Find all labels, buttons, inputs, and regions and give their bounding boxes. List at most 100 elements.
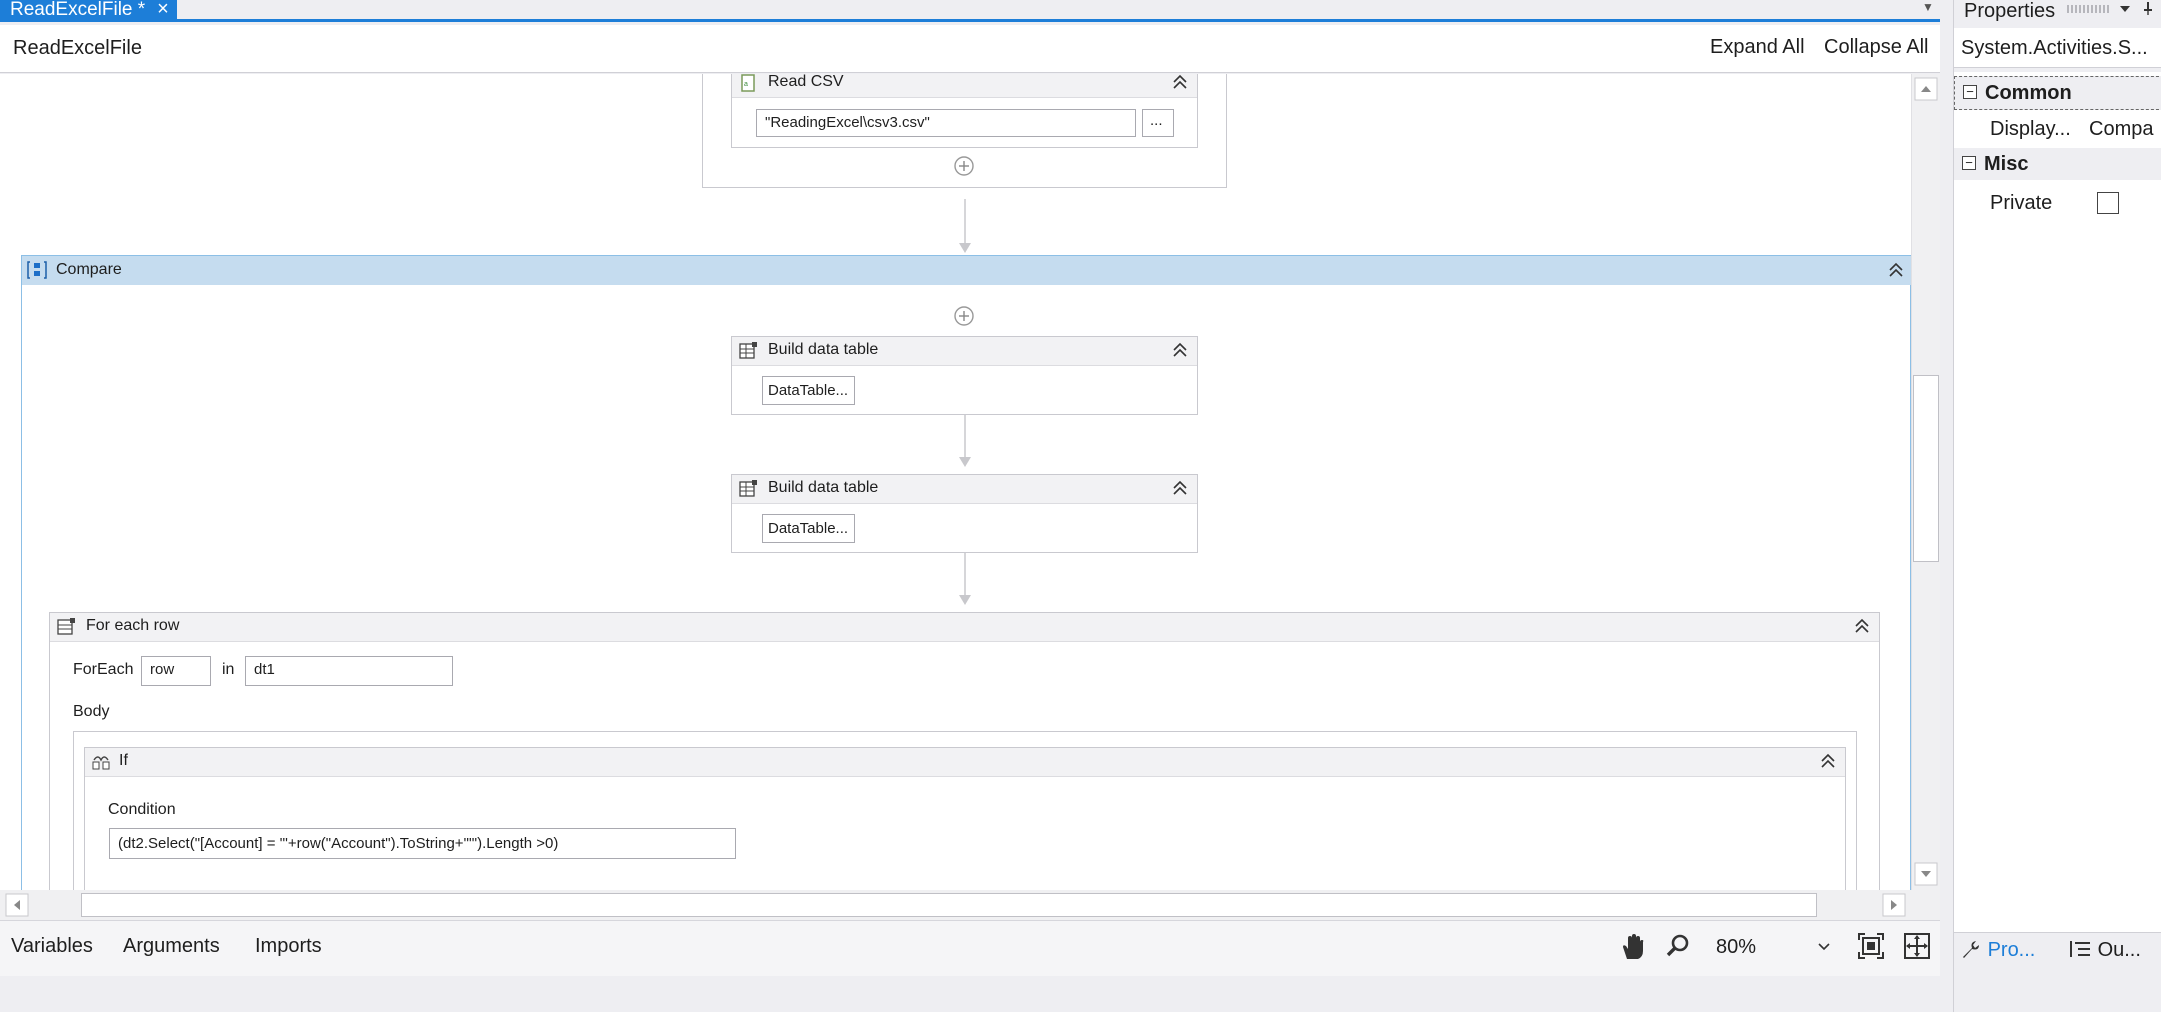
overview-icon[interactable] bbox=[1903, 932, 1931, 960]
category-label: Common bbox=[1985, 82, 2072, 104]
scroll-down-icon[interactable] bbox=[1914, 862, 1938, 886]
read-csv-activity[interactable]: a Read CSV "ReadingExcel\csv3.csv" ... bbox=[731, 74, 1198, 148]
properties-panel: Properties System.Activities.S... − Comm… bbox=[1953, 0, 2161, 1012]
zoom-select[interactable]: 80% bbox=[1710, 931, 1838, 963]
collapse-category-icon[interactable]: − bbox=[1962, 156, 1976, 170]
outline-tab[interactable]: Ou... bbox=[2068, 939, 2141, 962]
collapse-icon[interactable] bbox=[1887, 260, 1905, 280]
scrollbar-corner bbox=[1911, 890, 1940, 920]
collapse-category-icon[interactable]: − bbox=[1963, 85, 1977, 99]
outline-icon bbox=[2070, 941, 2090, 957]
foreach-collection-field[interactable]: dt1 bbox=[245, 656, 453, 686]
object-type-name: System.Activities.S... bbox=[1954, 28, 2161, 68]
property-name: Private bbox=[1990, 192, 2053, 214]
collapse-all-button[interactable]: Collapse All bbox=[1824, 36, 1929, 59]
category-misc[interactable]: − Misc bbox=[1954, 148, 2161, 180]
body-label: Body bbox=[73, 703, 110, 720]
zoom-search-icon[interactable] bbox=[1665, 933, 1691, 959]
activity-header: a Read CSV bbox=[732, 74, 1197, 98]
activity-header: If bbox=[85, 748, 1845, 777]
scroll-left-icon[interactable] bbox=[5, 893, 29, 917]
build-data-table-activity[interactable]: Build data table DataTable... bbox=[731, 474, 1198, 553]
collapse-icon[interactable] bbox=[1171, 74, 1189, 92]
scroll-right-icon[interactable] bbox=[1882, 893, 1906, 917]
datatable-button[interactable]: DataTable... bbox=[762, 376, 855, 405]
category-common[interactable]: − Common bbox=[1954, 76, 2161, 110]
properties-tabs: Pro... Ou... bbox=[1954, 932, 2161, 976]
activity-title: If bbox=[119, 752, 128, 769]
properties-tab-label: Pro... bbox=[1987, 939, 2036, 961]
in-label: in bbox=[222, 661, 235, 678]
build-data-table-activity[interactable]: Build data table DataTable... bbox=[731, 336, 1198, 415]
hand-pan-icon[interactable] bbox=[1620, 933, 1646, 961]
scrollbar-thumb[interactable] bbox=[1913, 375, 1939, 562]
compare-header: Compare bbox=[22, 256, 1911, 285]
file-path-field[interactable]: "ReadingExcel\csv3.csv" bbox=[756, 109, 1136, 137]
imports-tab[interactable]: Imports bbox=[255, 935, 322, 958]
zoom-level: 80% bbox=[1716, 936, 1757, 958]
pin-icon[interactable] bbox=[2140, 0, 2156, 16]
activity-title: Build data table bbox=[768, 479, 879, 496]
designer-header: ReadExcelFile Expand All Collapse All bbox=[0, 25, 1940, 73]
svg-text:a: a bbox=[744, 81, 748, 88]
wrench-icon bbox=[1963, 941, 1979, 958]
document-tab-title: ReadExcelFile * bbox=[10, 0, 146, 20]
flow-arrow bbox=[959, 199, 971, 253]
add-activity-icon[interactable] bbox=[953, 305, 975, 327]
activity-title: Read CSV bbox=[768, 74, 844, 90]
loop-icon bbox=[57, 618, 75, 635]
activity-title: Build data table bbox=[768, 341, 879, 358]
flow-arrow bbox=[959, 553, 971, 605]
add-activity-icon[interactable] bbox=[953, 155, 975, 177]
data-table-icon bbox=[739, 342, 757, 359]
horizontal-scrollbar[interactable] bbox=[0, 890, 1911, 920]
activity-header: For each row bbox=[50, 613, 1879, 642]
properties-tab[interactable]: Pro... bbox=[1960, 939, 2035, 962]
activity-header: Build data table bbox=[732, 475, 1197, 504]
close-icon[interactable]: × bbox=[157, 0, 169, 20]
property-grid: − Common Display... Compa − Misc Private bbox=[1954, 72, 2161, 932]
compare-title: Compare bbox=[56, 261, 122, 278]
scroll-up-icon[interactable] bbox=[1914, 77, 1938, 101]
if-icon bbox=[92, 756, 110, 770]
foreach-label: ForEach bbox=[73, 661, 134, 678]
condition-field[interactable]: (dt2.Select("[Account] = '"+row("Account… bbox=[109, 828, 736, 859]
variables-tab[interactable]: Variables bbox=[11, 935, 93, 958]
flow-arrow bbox=[959, 415, 971, 467]
display-name-value[interactable]: Compa bbox=[2089, 118, 2161, 141]
browse-button[interactable]: ... bbox=[1142, 109, 1174, 137]
panel-grip bbox=[2067, 5, 2111, 13]
chevron-down-icon[interactable] bbox=[2118, 3, 2132, 15]
chevron-down-icon[interactable] bbox=[1818, 943, 1830, 951]
collapse-icon[interactable] bbox=[1171, 340, 1189, 360]
scrollbar-thumb[interactable] bbox=[81, 893, 1817, 917]
activity-title: For each row bbox=[86, 617, 180, 634]
collapse-icon[interactable] bbox=[1171, 478, 1189, 498]
sequence-icon bbox=[27, 261, 47, 279]
breadcrumb[interactable]: ReadExcelFile bbox=[13, 37, 142, 60]
properties-title: Properties bbox=[1964, 0, 2056, 22]
data-table-icon bbox=[739, 480, 757, 497]
designer-bottom-bar: Variables Arguments Imports 80% bbox=[0, 920, 1940, 976]
for-each-row-activity[interactable]: For each row ForEach row in dt1 Body If … bbox=[49, 612, 1880, 890]
vertical-scrollbar[interactable] bbox=[1911, 74, 1940, 890]
foreach-item-field[interactable]: row bbox=[141, 656, 211, 686]
outline-tab-label: Ou... bbox=[2097, 939, 2141, 961]
datatable-button[interactable]: DataTable... bbox=[762, 514, 855, 543]
chevron-down-icon[interactable]: ▼ bbox=[1918, 0, 1938, 18]
fit-to-screen-icon[interactable] bbox=[1857, 932, 1885, 960]
collapse-icon[interactable] bbox=[1853, 616, 1871, 636]
private-checkbox[interactable] bbox=[2097, 192, 2119, 214]
document-tab[interactable]: ReadExcelFile * × bbox=[0, 0, 177, 19]
document-tab-strip bbox=[0, 0, 1940, 22]
if-activity[interactable]: If Condition (dt2.Select("[Account] = '"… bbox=[84, 747, 1846, 890]
workflow-canvas[interactable]: a Read CSV "ReadingExcel\csv3.csv" ... C… bbox=[0, 74, 1911, 890]
arguments-tab[interactable]: Arguments bbox=[123, 935, 220, 958]
condition-label: Condition bbox=[108, 801, 176, 818]
read-csv-icon: a bbox=[741, 74, 755, 92]
activity-header: Build data table bbox=[732, 337, 1197, 366]
expand-all-button[interactable]: Expand All bbox=[1710, 36, 1805, 59]
property-name: Display... bbox=[1990, 118, 2071, 140]
collapse-icon[interactable] bbox=[1819, 751, 1837, 771]
category-label: Misc bbox=[1984, 153, 2029, 175]
